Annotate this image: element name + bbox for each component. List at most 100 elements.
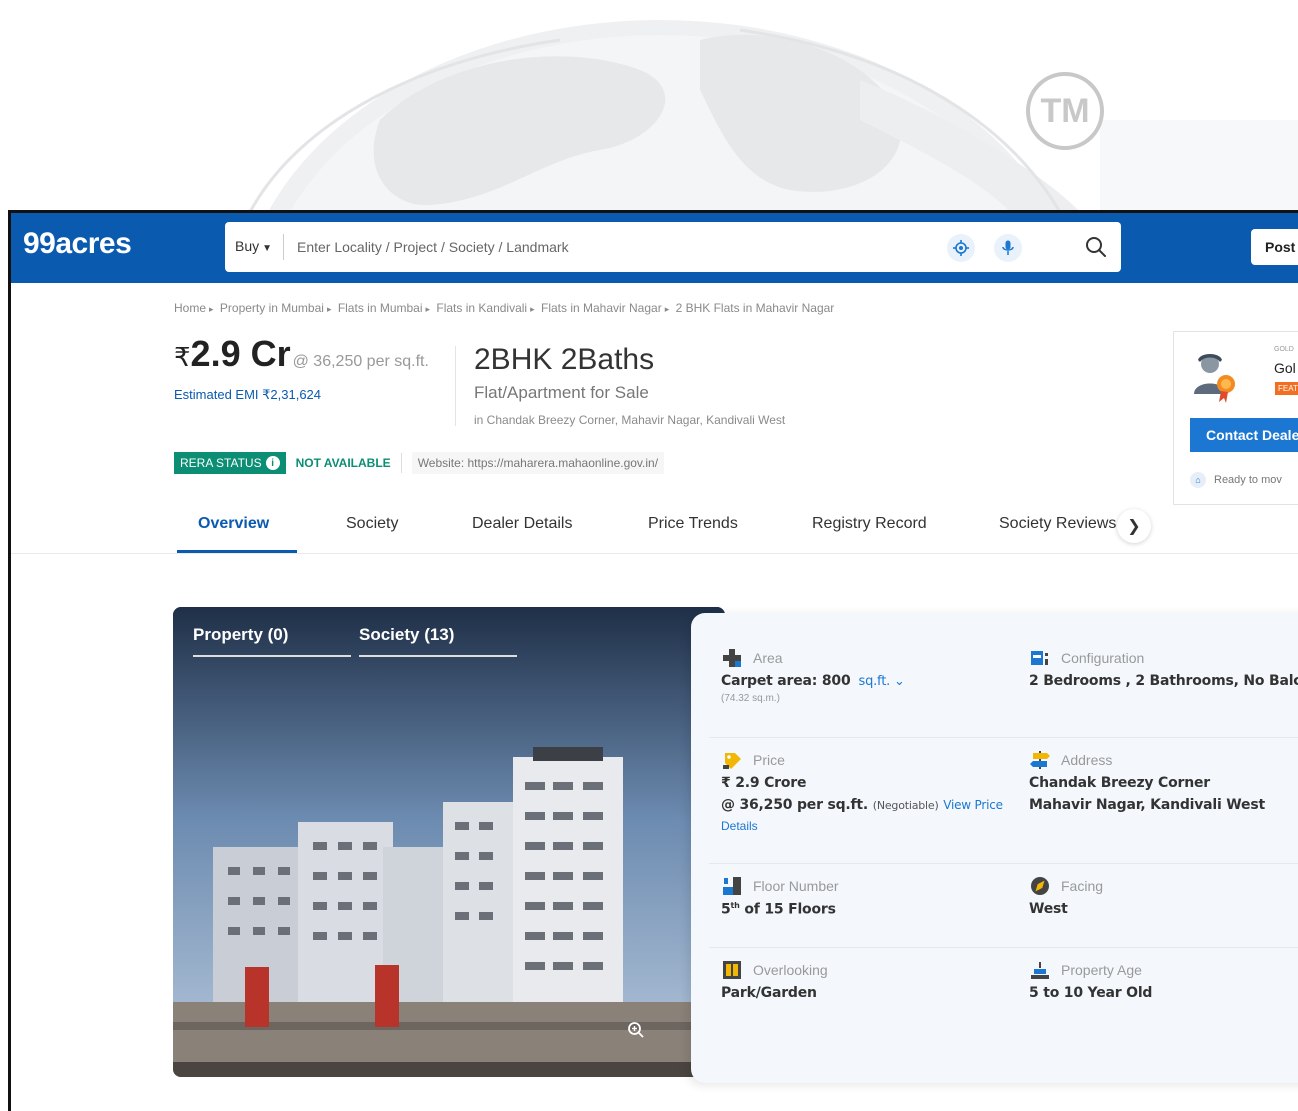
breadcrumb-item[interactable]: Property in Mumbai	[220, 301, 324, 315]
property-age-icon	[1031, 962, 1049, 979]
floor-total: of 15 Floors	[744, 901, 836, 918]
address-line-1: Chandak Breezy Corner	[1029, 775, 1210, 791]
breadcrumb-item[interactable]: Flats in Mumbai	[338, 301, 423, 315]
breadcrumb-item[interactable]: Flats in Mahavir Nagar	[541, 301, 662, 315]
property-location: in Chandak Breezy Corner, Mahavir Nagar,…	[474, 413, 786, 427]
tab-society-reviews[interactable]: Society Reviews	[999, 515, 1116, 533]
search-button[interactable]	[1081, 232, 1111, 262]
crosshair-icon	[953, 240, 969, 256]
property-details-panel: Area Carpet area: 800 sq.ft. ⌄ (74.32 sq.…	[691, 613, 1298, 1083]
detail-label: Price	[753, 752, 785, 768]
area-sqm: (74.32 sq.m.)	[721, 693, 780, 704]
detail-label: Property Age	[1061, 962, 1142, 978]
detail-area: Area Carpet area: 800 sq.ft. ⌄ (74.32 sq.…	[721, 647, 905, 704]
price-title-divider	[455, 346, 456, 426]
site-logo[interactable]: 99acres	[23, 227, 132, 261]
buy-dropdown-label: Buy	[235, 238, 260, 254]
price-tag-icon	[723, 753, 741, 769]
top-navigation-bar: 99acres Buy ▼ Enter Locality / Project /…	[11, 213, 1298, 283]
tab-registry-record[interactable]: Registry Record	[812, 515, 927, 533]
contact-dealer-button[interactable]: Contact Deale	[1190, 418, 1298, 452]
tab-overview[interactable]: Overview	[198, 515, 269, 533]
property-photo	[173, 607, 725, 1077]
tab-price-trends[interactable]: Price Trends	[648, 515, 738, 533]
configuration-value: 2 Bedrooms , 2 Bathrooms, No Balcony	[1029, 673, 1298, 689]
zoom-button[interactable]	[627, 1021, 661, 1055]
featured-badge: FEAT	[1275, 382, 1298, 395]
rera-website[interactable]: Website: https://maharera.mahaonline.gov…	[411, 452, 665, 474]
area-unit-dropdown[interactable]: sq.ft. ⌄	[859, 674, 905, 689]
row-divider	[709, 737, 1298, 738]
breadcrumb-separator: ▸	[530, 304, 535, 314]
view-price-details-link-continued[interactable]: Details	[721, 819, 1003, 833]
detail-configuration: Configuration 2 Bedrooms , 2 Bathrooms, …	[1029, 647, 1298, 689]
rera-row: RERA STATUS i NOT AVAILABLE Website: htt…	[174, 451, 665, 475]
detail-label: Address	[1061, 752, 1113, 768]
dealer-avatar-icon	[1194, 354, 1235, 403]
facing-value: West	[1029, 901, 1068, 917]
view-price-details-link[interactable]: View Price	[943, 798, 1003, 812]
tab-dealer-details[interactable]: Dealer Details	[472, 515, 572, 533]
area-unit-label: sq.ft.	[858, 674, 891, 689]
property-title-block: 2BHK 2Baths Flat/Apartment for Sale in C…	[474, 343, 785, 427]
breadcrumb-separator: ▸	[664, 304, 670, 314]
price-per-sqft-value: @ 36,250 per sq.ft.	[721, 797, 869, 813]
photo-gallery[interactable]: Property (0) Society (13)	[173, 607, 725, 1077]
price-block: ₹2.9 Cr @ 36,250 per sq.ft. Estimated EMI…	[174, 333, 429, 402]
price-amount: 2.9 Cr	[190, 333, 291, 374]
tabs-divider	[11, 553, 1298, 554]
zoom-in-icon	[628, 1022, 644, 1038]
gallery-tab-property[interactable]: Property (0)	[193, 625, 288, 645]
chevron-right-icon: ❯	[1127, 518, 1141, 535]
detail-facing: Facing West	[1029, 875, 1103, 917]
chevron-down-icon: ▼	[262, 243, 273, 254]
search-divider	[283, 234, 284, 260]
gallery-tab-society[interactable]: Society (13)	[359, 625, 454, 645]
detail-property-age: Property Age 5 to 10 Year Old	[1029, 959, 1152, 1001]
ready-to-move-row: ⌂ Ready to mov	[1190, 472, 1282, 488]
tabs-next-button[interactable]: ❯	[1117, 509, 1151, 543]
carpet-area-value: Carpet area: 800 sq.ft. ⌄	[721, 673, 905, 689]
negotiable-label: (Negotiable)	[872, 799, 939, 812]
row-divider	[709, 863, 1298, 864]
window-view-icon	[723, 961, 741, 979]
gallery-tab-line	[359, 655, 517, 657]
detail-label: Floor Number	[753, 878, 839, 894]
rera-status-badge[interactable]: RERA STATUS i	[174, 452, 286, 474]
address-line-2: Mahavir Nagar, Kandivali West	[1029, 797, 1265, 813]
floor-ordinal: th	[730, 901, 740, 910]
tab-society[interactable]: Society	[346, 515, 398, 533]
breadcrumb-item[interactable]: 2 BHK Flats in Mahavir Nagar	[676, 301, 835, 315]
breadcrumb-separator: ▸	[209, 304, 214, 314]
dealer-name[interactable]: Gol	[1274, 360, 1296, 376]
microphone-icon	[1002, 240, 1014, 255]
floor-number: 5	[721, 901, 731, 918]
detail-price: Price ₹ 2.9 Crore @ 36,250 per sq.ft. (N…	[721, 749, 1003, 833]
search-bar: Buy ▼	[225, 222, 1121, 272]
info-icon[interactable]: i	[265, 456, 280, 470]
home-icon: ⌂	[1190, 472, 1206, 488]
post-property-button[interactable]: Post	[1251, 229, 1298, 265]
rera-badge-label: RERA STATUS	[180, 456, 262, 470]
rera-status-value: NOT AVAILABLE	[295, 456, 391, 470]
screenshot-frame: 99acres Buy ▼ Enter Locality / Project /…	[8, 210, 1298, 1111]
gallery-tab-line	[193, 655, 351, 657]
trademark-mark: TM	[1026, 72, 1104, 150]
detail-label: Overlooking	[753, 962, 828, 978]
detail-overlooking: Overlooking Park/Garden	[721, 959, 828, 1001]
breadcrumb-item[interactable]: Home	[174, 301, 206, 315]
estimated-emi-link[interactable]: Estimated EMI ₹2,31,624	[174, 387, 321, 403]
breadcrumb-item[interactable]: Flats in Kandivali	[436, 301, 527, 315]
locate-me-button[interactable]	[947, 234, 975, 262]
detail-label: Configuration	[1061, 650, 1145, 666]
buy-dropdown[interactable]: Buy ▼	[235, 238, 272, 254]
voice-search-button[interactable]	[994, 234, 1022, 262]
signpost-icon	[1030, 751, 1050, 769]
search-icon	[1086, 237, 1106, 257]
search-input[interactable]	[297, 234, 917, 260]
property-title: 2BHK 2Baths	[474, 343, 655, 376]
floor-value: 5th of 15 Floors	[721, 901, 839, 918]
price-heading: ₹2.9 Cr @ 36,250 per sq.ft.	[174, 333, 429, 375]
breadcrumb: Home ▸ Property in Mumbai ▸ Flats in Mumba…	[174, 301, 834, 315]
trademark-text: TM	[1040, 91, 1090, 130]
